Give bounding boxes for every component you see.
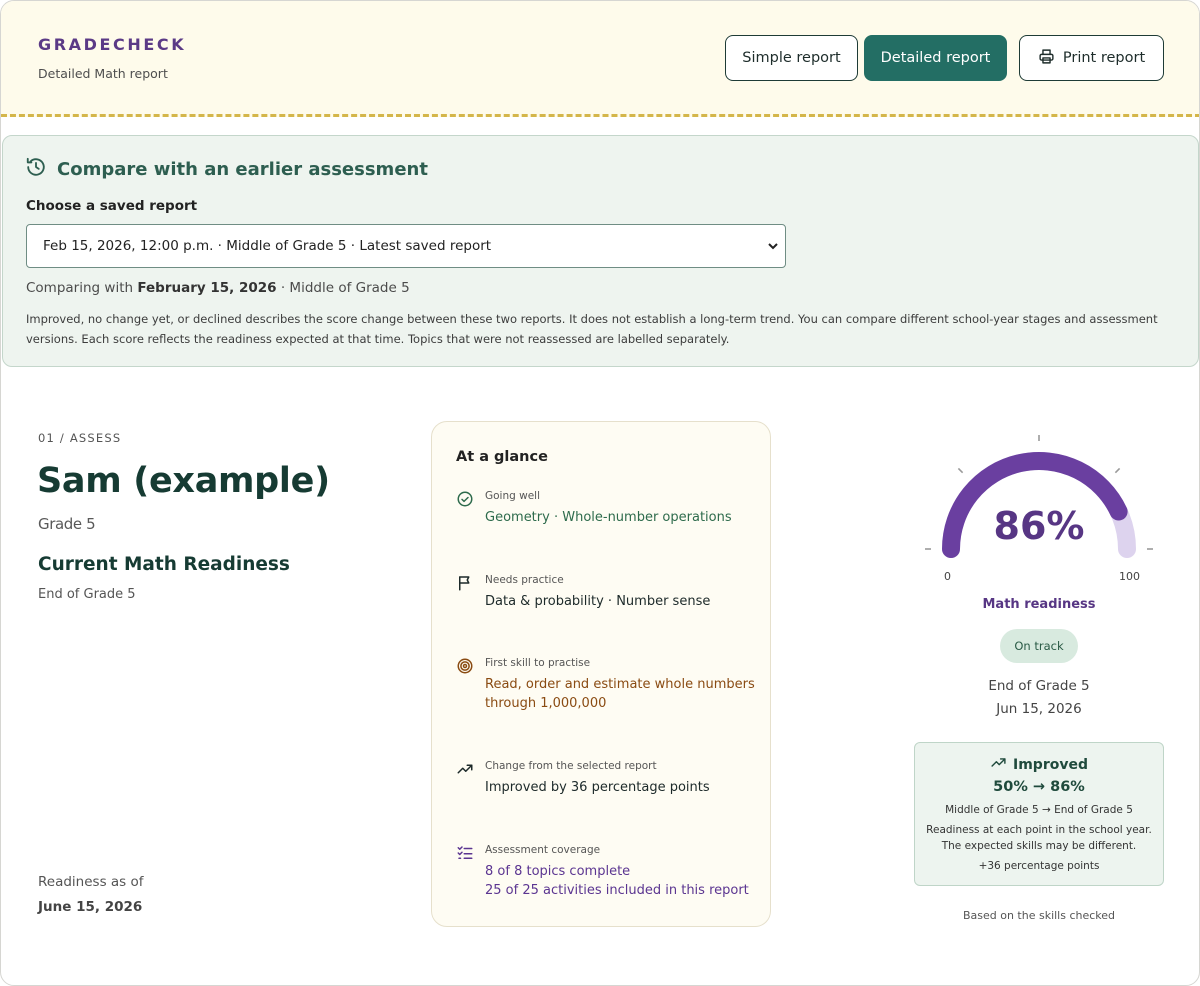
gauge-label: Math readiness <box>982 597 1096 612</box>
change-title: Improved <box>1013 756 1088 773</box>
gauge-min-label: 0 <box>944 570 951 583</box>
gauge-date: Jun 15, 2026 <box>996 701 1082 717</box>
checklist-icon <box>456 844 474 862</box>
printer-icon <box>1038 48 1055 69</box>
print-report-label: Print report <box>1062 50 1146 66</box>
comparing-with-text: Comparing with February 15, 2026 · Middl… <box>26 280 410 296</box>
glance-value: 8 of 8 topics complete 25 of 25 activiti… <box>485 862 755 900</box>
based-on-note: Based on the skills checked <box>962 909 1116 922</box>
compare-explanation: Improved, no change yet, or declined des… <box>26 312 1158 346</box>
compare-title-text: Compare with an earlier assessment <box>57 159 428 180</box>
status-badge: On track <box>1000 629 1078 663</box>
gauge-max-label: 100 <box>1119 570 1140 583</box>
glance-value: Data & probability · Number sense <box>485 594 711 609</box>
glance-label: Change from the selected report <box>485 760 657 772</box>
glance-value: Improved by 36 percentage points <box>485 780 710 795</box>
readiness-heading: Current Math Readiness <box>38 554 290 575</box>
report-page: GRADECHECK Detailed Math report Simple r… <box>0 0 1200 986</box>
check-circle-icon <box>456 490 474 508</box>
change-explain-1: Readiness at each point in the school ye… <box>926 824 1152 836</box>
glance-value: Read, order and estimate whole numbers t… <box>485 677 755 711</box>
glance-label: Assessment coverage <box>485 844 601 856</box>
change-delta: +36 percentage points <box>978 860 1100 872</box>
saved-report-label: Choose a saved report <box>26 198 198 214</box>
change-stages: Middle of Grade 5 → End of Grade 5 <box>945 804 1133 816</box>
saved-report-selected-value: Feb 15, 2026, 12:00 p.m. · Middle of Gra… <box>43 238 492 254</box>
student-grade: Grade 5 <box>38 515 96 533</box>
readiness-as-of-label: Readiness as of <box>38 874 144 890</box>
chevron-down-icon <box>767 239 779 257</box>
step-label: 01 / ASSESS <box>38 431 122 445</box>
print-report-button[interactable]: Print report <box>1019 35 1164 81</box>
compare-panel: Compare with an earlier assessment Choos… <box>2 135 1199 367</box>
simple-report-button[interactable]: Simple report <box>725 35 858 81</box>
glance-label: First skill to practise <box>485 657 591 669</box>
gauge-value: 86% <box>993 504 1085 548</box>
report-header: GRADECHECK Detailed Math report Simple r… <box>1 1 1199 117</box>
trending-up-icon <box>456 760 474 778</box>
gauge-tick <box>957 467 964 474</box>
at-a-glance-card: At a glance Going well Geometry · Whole-… <box>431 421 771 927</box>
detailed-report-label: Detailed report <box>880 50 991 66</box>
glance-value: Geometry · Whole-number operations <box>485 510 732 525</box>
change-values: 50% → 86% <box>993 779 1085 795</box>
readiness-as-of-date: June 15, 2026 <box>38 899 143 915</box>
report-subtitle: Detailed Math report <box>38 66 168 81</box>
gauge-tick <box>1114 467 1121 474</box>
trending-up-icon <box>990 754 1007 775</box>
brand-logo: GRADECHECK <box>38 35 187 54</box>
student-name: Sam (example) <box>37 461 330 501</box>
comparing-date: February 15, 2026 <box>137 280 277 296</box>
compare-title: Compare with an earlier assessment <box>25 156 428 183</box>
change-explain-2: The expected skills may be different. <box>941 840 1137 852</box>
coverage-activities: 25 of 25 activities included in this rep… <box>485 883 749 898</box>
glance-label: Going well <box>485 490 541 502</box>
glance-label: Needs practice <box>485 574 564 586</box>
gauge-stage: End of Grade 5 <box>988 678 1090 694</box>
coverage-topics: 8 of 8 topics complete <box>485 864 631 879</box>
target-icon <box>456 657 474 675</box>
simple-report-label: Simple report <box>742 50 841 66</box>
change-heading: Improved <box>915 754 1163 775</box>
history-icon <box>25 156 47 183</box>
flag-icon <box>456 574 474 592</box>
readiness-stage: End of Grade 5 <box>38 587 136 602</box>
saved-report-select[interactable]: Feb 15, 2026, 12:00 p.m. · Middle of Gra… <box>26 224 786 268</box>
change-summary-card: Improved 50% → 86% Middle of Grade 5 → E… <box>914 742 1164 886</box>
glance-title: At a glance <box>456 449 548 465</box>
detailed-report-button[interactable]: Detailed report <box>864 35 1007 81</box>
